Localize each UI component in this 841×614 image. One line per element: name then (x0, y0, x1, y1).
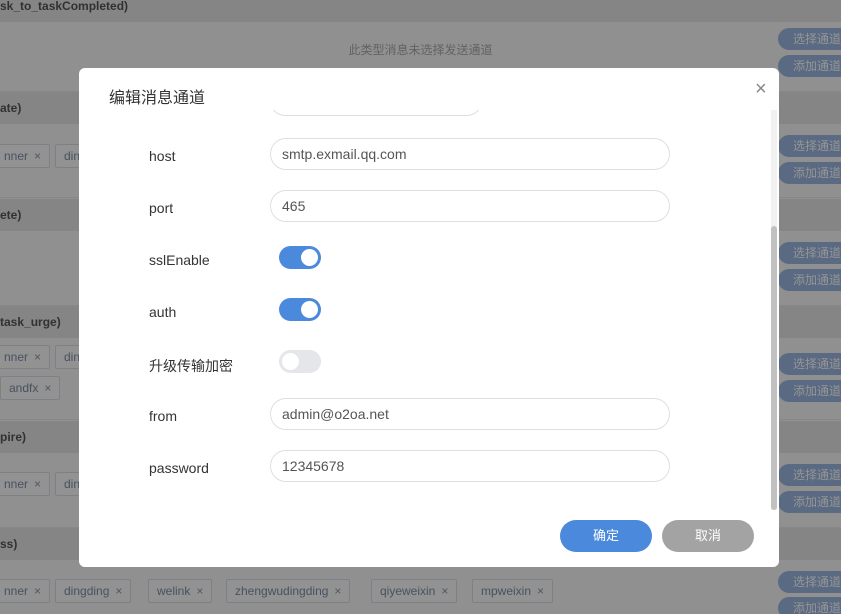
password-input[interactable]: 12345678 (270, 450, 670, 482)
password-label: password (149, 460, 209, 476)
port-label: port (149, 200, 174, 216)
from-label: from (149, 408, 177, 424)
form-row-host: host smtp.exmail.qq.com (79, 136, 769, 176)
toggle-knob (301, 301, 318, 318)
from-input[interactable]: admin@o2oa.net (270, 398, 670, 430)
scrollbar-thumb[interactable] (771, 226, 777, 510)
toggle-knob (301, 249, 318, 266)
cancel-button[interactable]: 取消 (662, 520, 754, 552)
host-label: host (149, 148, 176, 164)
host-input[interactable]: smtp.exmail.qq.com (270, 138, 670, 170)
auth-label: auth (149, 304, 177, 320)
encryption-toggle[interactable] (279, 350, 321, 373)
encryption-label: 升级传输加密 (149, 358, 233, 374)
port-input[interactable]: 465 (270, 190, 670, 222)
clipped-field[interactable] (270, 110, 482, 116)
auth-toggle[interactable] (279, 298, 321, 321)
edit-channel-dialog: 编辑消息通道 × host smtp.exmail.qq.com port 46… (79, 68, 779, 567)
form-row-ssl: sslEnable (79, 240, 769, 280)
ssl-enable-label: sslEnable (149, 252, 210, 268)
close-icon[interactable]: × (755, 78, 767, 101)
dialog-title: 编辑消息通道 (109, 90, 206, 107)
form-row-port: port 465 (79, 188, 769, 228)
ssl-enable-toggle[interactable] (279, 246, 321, 269)
confirm-button[interactable]: 确定 (560, 520, 652, 552)
form-row-from: from admin@o2oa.net (79, 396, 769, 436)
toggle-knob (282, 353, 299, 370)
form-row-auth: auth (79, 292, 769, 332)
form-row-password: password 12345678 (79, 448, 769, 488)
dialog-scrollbar[interactable] (771, 110, 777, 510)
dialog-form: host smtp.exmail.qq.com port 465 sslEnab… (79, 110, 769, 506)
form-row-encryption: 升级传输加密 (79, 344, 769, 384)
